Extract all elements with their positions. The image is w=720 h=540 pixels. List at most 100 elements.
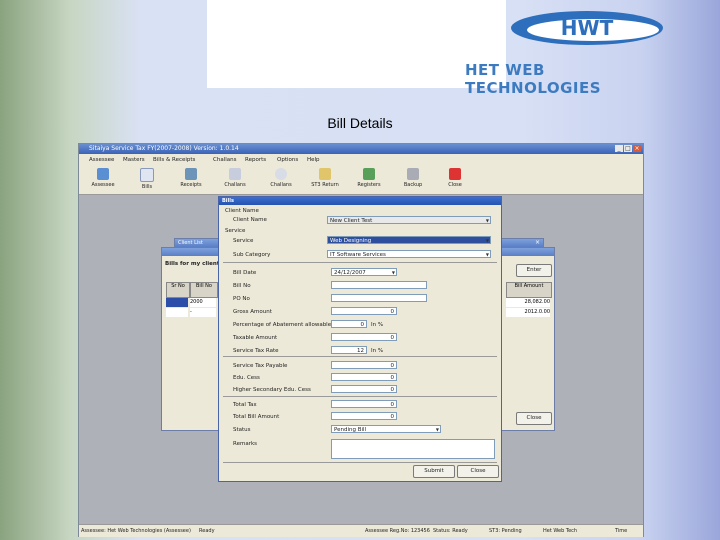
toolbar-close-button[interactable]: Close (435, 168, 475, 188)
service-tax-label: Service Tax Payable (233, 363, 288, 369)
company-logo: HWT HET WEB TECHNOLOGIES (207, 0, 663, 97)
status-company: Het Web Tech (543, 528, 578, 534)
bill-no-input[interactable] (331, 281, 427, 289)
service-label: Service (233, 238, 254, 244)
client-name-select[interactable]: New Client Test (327, 216, 491, 224)
hedu-cess-label: Higher Secondary Edu. Cess (233, 387, 311, 393)
backup-icon (407, 168, 419, 180)
remarks-label: Remarks (233, 441, 257, 447)
taxable-amount-input[interactable]: 0 (331, 333, 397, 341)
abatement-unit: In % (371, 322, 384, 328)
toolbar-st3-button[interactable]: ST3 Return (305, 168, 345, 188)
table-cell[interactable]: 2000 (190, 298, 216, 307)
menu-bar: Assessee Masters Bills & Receipts Challa… (79, 154, 643, 166)
total-bill-input[interactable]: 0 (331, 412, 397, 420)
service-select[interactable]: Web Designing (327, 236, 491, 244)
bills-dialog: Bills Client Name Client Name New Client… (218, 196, 502, 482)
abatement-input[interactable]: 0 (331, 320, 367, 328)
close-window-button[interactable]: × (633, 145, 641, 152)
toolbar-bills-button[interactable]: Bills (127, 168, 167, 190)
logo-swoosh-icon: HWT (511, 11, 663, 45)
po-no-label: PO No (233, 296, 250, 302)
status-ready: Ready (199, 528, 215, 534)
app-titlebar: Sitaiya Service Tax FY(2007-2008) Versio… (79, 144, 643, 154)
tax-rate-input[interactable]: 12 (331, 346, 367, 354)
enter-button[interactable]: Enter (516, 264, 552, 277)
taxable-amount-label: Taxable Amount (233, 335, 278, 341)
abatement-label: Percentage of Abatement allowable (233, 322, 332, 328)
status-state: Status: Ready (433, 528, 468, 534)
amount-cell: 2012.0.00 (506, 308, 550, 317)
status-bar: Assessee: Het Web Technologies (Assessee… (79, 524, 643, 537)
status-select[interactable]: Pending Bill (331, 425, 441, 433)
status-time: Time (615, 528, 628, 534)
menu-challans[interactable]: Challans (213, 154, 236, 166)
bill-no-label: Bill No (233, 283, 251, 289)
remarks-textarea[interactable] (331, 439, 495, 459)
toolbar-assessee-button[interactable]: Assessee (83, 168, 123, 188)
challan-icon (229, 168, 241, 180)
col-bill-amount: Bill Amount (506, 282, 552, 298)
menu-masters[interactable]: Masters (123, 154, 145, 166)
po-no-input[interactable] (331, 294, 427, 302)
service-tax-input[interactable]: 0 (331, 361, 397, 369)
client-name-label: Client Name (233, 217, 267, 223)
gross-amount-label: Gross Amount (233, 309, 272, 315)
table-row-selected[interactable] (166, 298, 188, 307)
slide-title: Bill Details (327, 115, 393, 131)
logo-company-name: HET WEB TECHNOLOGIES (465, 61, 602, 97)
menu-help[interactable]: Help (307, 154, 320, 166)
hedu-cess-input[interactable]: 0 (331, 385, 397, 393)
edu-cess-label: Edu. Cess (233, 375, 260, 381)
table-cell[interactable]: - (190, 308, 216, 317)
table-row[interactable] (166, 308, 188, 317)
status-label: Status (233, 427, 251, 433)
gross-amount-input[interactable]: 0 (331, 307, 397, 315)
menu-assessee[interactable]: Assessee (89, 154, 114, 166)
bill-date-input[interactable]: 24/12/2007 (331, 268, 397, 276)
registers-icon (363, 168, 375, 180)
logo-mark: HWT (561, 16, 614, 40)
tax-rate-unit: In % (371, 348, 384, 354)
bills-icon (140, 168, 154, 182)
receipts-icon (185, 168, 197, 180)
total-tax-label: Total Tax (233, 402, 257, 408)
sub-category-select[interactable]: IT Software Services (327, 250, 491, 258)
st3-return-icon (319, 168, 331, 180)
close-icon[interactable]: × (535, 239, 540, 246)
bills-list-heading: Bills for my client (165, 261, 220, 267)
app-title: Sitaiya Service Tax FY(2007-2008) Versio… (89, 145, 239, 152)
submit-button[interactable]: Submit (413, 465, 455, 478)
power-icon (449, 168, 461, 180)
toolbar-backup-button[interactable]: Backup (393, 168, 433, 188)
menu-bills-receipts[interactable]: Bills & Receipts (153, 154, 195, 166)
assessee-icon (97, 168, 109, 180)
close-button[interactable]: Close (457, 465, 499, 478)
total-tax-input[interactable]: 0 (331, 400, 397, 408)
minimize-button[interactable]: _ (615, 145, 623, 152)
service-section-label: Service (225, 228, 246, 234)
toolbar-registers-button[interactable]: Registers (349, 168, 389, 188)
amount-cell: 28,082.00 (506, 298, 550, 307)
maximize-button[interactable]: □ (624, 145, 632, 152)
status-reg: Assessee Reg.No: 123456 (365, 528, 430, 534)
toolbar-challans-button[interactable]: Challans (215, 168, 255, 188)
bill-date-label: Bill Date (233, 270, 257, 276)
col-sr-no: Sr No (166, 282, 190, 298)
bills-dialog-title: Bills (219, 197, 501, 205)
status-assessee: Assessee: Het Web Technologies (Assessee… (81, 528, 191, 534)
sub-category-label: Sub Category (233, 252, 271, 258)
tax-rate-label: Service Tax Rate (233, 348, 279, 354)
toolbar-receipts-button[interactable]: Receipts (171, 168, 211, 188)
menu-reports[interactable]: Reports (245, 154, 266, 166)
col-bill-no: Bill No (190, 282, 218, 298)
challan2-icon (275, 168, 287, 180)
toolbar: Assessee Bills Receipts Challans Challan… (79, 166, 643, 195)
total-bill-label: Total Bill Amount (233, 414, 280, 420)
edu-cess-input[interactable]: 0 (331, 373, 397, 381)
status-st3: ST3: Pending (489, 528, 522, 534)
list-close-button[interactable]: Close (516, 412, 552, 425)
client-section-label: Client Name (225, 208, 259, 214)
menu-options[interactable]: Options (277, 154, 298, 166)
toolbar-challans2-button[interactable]: Challans (261, 168, 301, 188)
